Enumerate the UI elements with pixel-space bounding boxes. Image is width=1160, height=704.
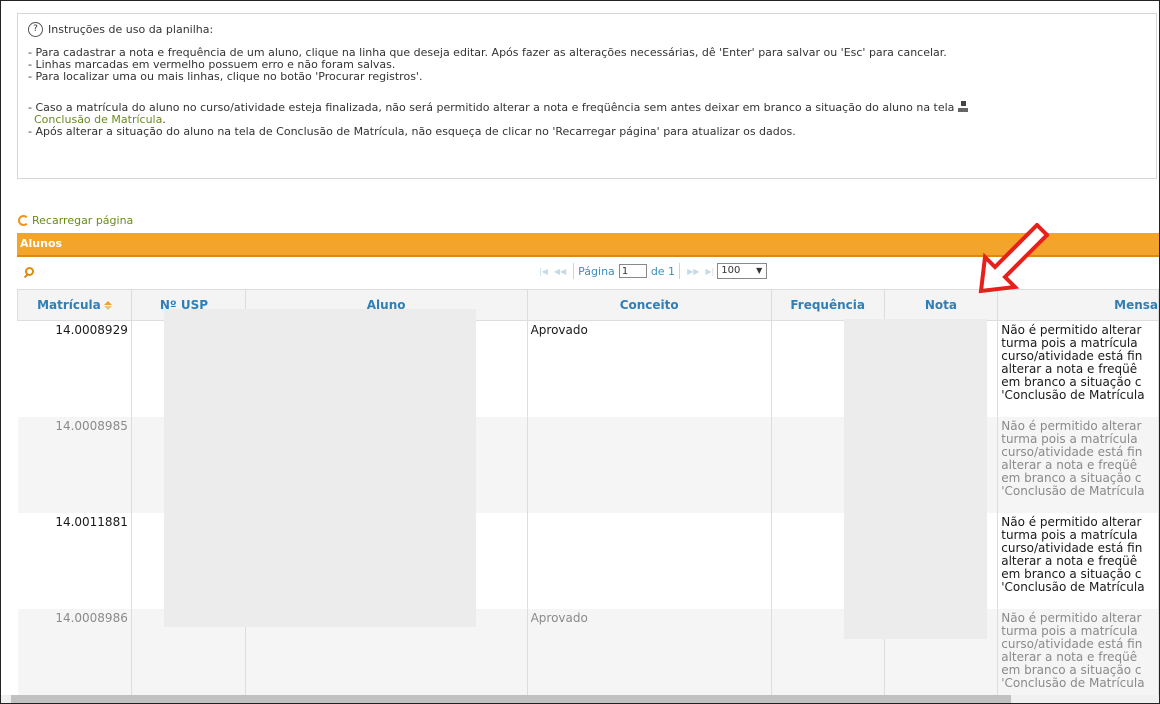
instruction-line: - Para localizar uma ou mais linhas, cli… <box>28 70 423 83</box>
horizontal-scrollbar[interactable] <box>1 695 1159 703</box>
cell-matricula: 14.0008985 <box>17 417 132 513</box>
instructions-panel: ? Instruções de uso da planilha: - Para … <box>17 13 1157 179</box>
page-count-label: de 1 <box>650 264 676 278</box>
search-icon[interactable] <box>25 267 34 276</box>
prev-page-icon[interactable]: ◀◀ <box>554 267 566 276</box>
page-input[interactable]: 1 <box>618 264 647 278</box>
page-label: Página <box>578 264 615 278</box>
stamp-icon[interactable] <box>958 99 969 113</box>
cell-mensagem: Não é permitido alterar turma pois a mat… <box>997 513 1159 609</box>
reload-label: Recarregar página <box>32 214 134 227</box>
redacted-area <box>164 309 476 627</box>
scrollbar-thumb[interactable] <box>11 695 1011 703</box>
cell-matricula: 14.0011881 <box>17 513 132 609</box>
reload-page-link[interactable]: Recarregar página <box>18 214 133 227</box>
cell-conceito[interactable] <box>527 513 772 609</box>
last-page-icon[interactable]: ▶| <box>705 267 714 276</box>
help-icon: ? <box>28 22 43 37</box>
sort-icon <box>103 301 112 310</box>
column-header-matricula[interactable]: Matrícula <box>17 289 132 321</box>
first-page-icon[interactable]: |◀ <box>539 267 548 276</box>
cell-conceito[interactable]: Aprovado <box>527 320 772 417</box>
cell-matricula: 14.0008929 <box>17 320 132 417</box>
cell-mensagem: Não é permitido alterar turma pois a mat… <box>997 417 1159 513</box>
cell-mensagem: Não é permitido alterar turma pois a mat… <box>997 609 1159 703</box>
reload-icon <box>18 215 29 226</box>
column-header-frequencia[interactable]: Frequência <box>770 289 885 321</box>
instruction-line: - Caso a matrícula do aluno no curso/ati… <box>28 99 1146 114</box>
cell-conceito[interactable]: Aprovado <box>527 609 772 703</box>
instructions-title: Instruções de uso da planilha: <box>48 22 214 36</box>
pager: |◀ ◀◀ Página 1 de 1 ▶▶ ▶| 100 ▼ <box>536 263 768 279</box>
page-size-select[interactable]: 100 ▼ <box>717 263 768 279</box>
instruction-line: - Após alterar a situação do aluno na te… <box>28 125 796 138</box>
cell-mensagem: Não é permitido alterar turma pois a mat… <box>997 320 1159 417</box>
column-header-conceito[interactable]: Conceito <box>526 289 772 321</box>
app-frame: ? Instruções de uso da planilha: - Para … <box>0 0 1160 704</box>
cell-matricula: 14.0008986 <box>17 609 132 703</box>
annotation-arrow-icon <box>978 223 1049 294</box>
chevron-down-icon: ▼ <box>756 266 763 275</box>
cell-conceito[interactable] <box>527 417 772 513</box>
next-page-icon[interactable]: ▶▶ <box>687 267 699 276</box>
redacted-area <box>844 319 987 639</box>
